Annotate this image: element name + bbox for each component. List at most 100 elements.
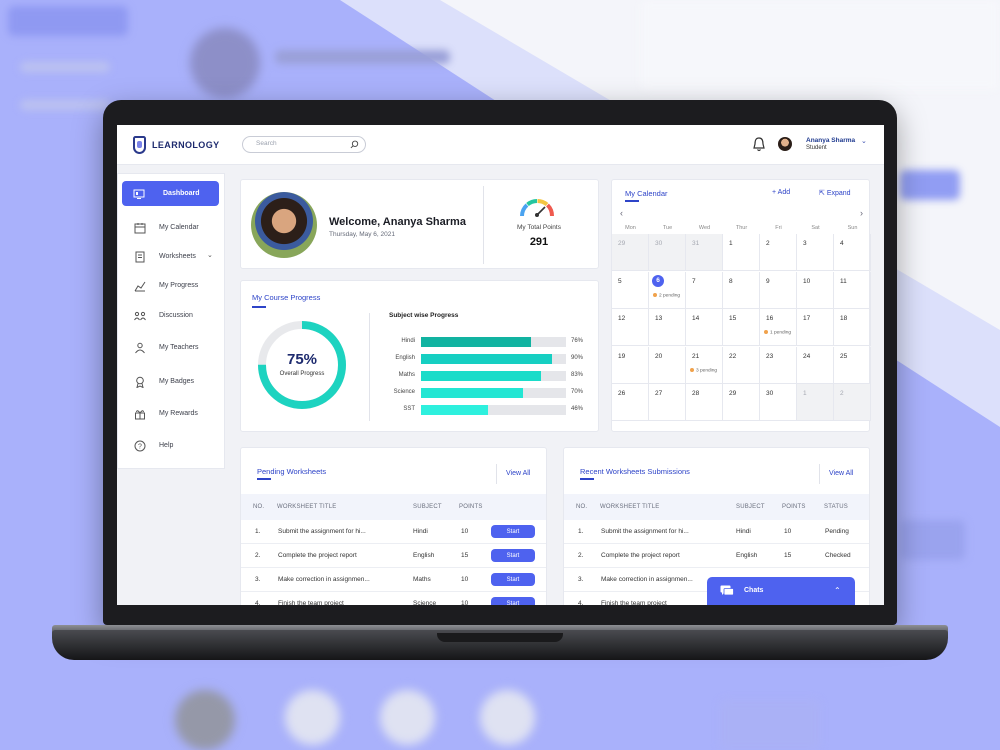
app-screen: LEARNOLOGY Search Ananya Sharma Student … [117, 125, 884, 605]
calendar-day[interactable]: 5 [612, 271, 649, 309]
chevron-right-icon[interactable]: › [860, 208, 863, 218]
calendar-day[interactable]: 25 [834, 346, 871, 384]
start-button[interactable]: Start [491, 549, 535, 562]
sidebar-item-calendar[interactable]: My Calendar [118, 218, 226, 238]
calendar-day[interactable]: 8 [723, 271, 760, 309]
chats-widget[interactable]: Chats ⌃ [707, 577, 855, 605]
view-all-link[interactable]: View All [829, 470, 853, 477]
calendar-day[interactable]: 1 [723, 234, 760, 271]
chat-icon [720, 585, 734, 596]
cell-title: Make correction in assignmen... [278, 576, 370, 583]
table-row[interactable]: 2. Complete the project report English 15 St… [241, 544, 546, 568]
start-button[interactable]: Start [491, 525, 535, 538]
sidebar-item-teachers[interactable]: My Teachers [118, 338, 226, 358]
cell-no: 3. [578, 576, 584, 583]
bar-track [421, 371, 566, 381]
pending-note-text: 1 pending [770, 330, 792, 336]
calendar-day[interactable]: 1 [797, 384, 834, 421]
calendar-icon [134, 223, 146, 234]
chevron-down-icon[interactable]: ⌄ [861, 137, 867, 145]
table-row[interactable]: 1. Submit the assignment for hi... Hindi 10… [241, 520, 546, 544]
avatar[interactable] [778, 137, 792, 151]
start-button[interactable]: Start [491, 597, 535, 605]
calendar-day[interactable]: 29 [723, 384, 760, 421]
calendar-day[interactable]: 27 [649, 384, 686, 421]
weekday-header: Mon [625, 225, 636, 231]
cell-subject: Hindi [413, 528, 428, 535]
day-number: 30 [766, 390, 774, 397]
subject-percent: 83% [571, 372, 584, 378]
calendar-day[interactable]: 14 [686, 309, 723, 346]
calendar-day[interactable]: 6 2 pending [649, 271, 686, 309]
calendar-day[interactable]: 11 [834, 271, 871, 309]
calendar-day[interactable]: 4 [834, 234, 871, 271]
chevron-up-icon[interactable]: ⌃ [834, 586, 841, 595]
sidebar-item-dashboard[interactable]: Dashboard [122, 181, 219, 206]
calendar-day[interactable]: 21 3 pending [686, 346, 723, 384]
table-header: NO. WORKSHEET TITLE SUBJECT POINTS [241, 494, 546, 520]
calendar-day[interactable]: 3 [797, 234, 834, 271]
search-icon[interactable] [350, 140, 359, 149]
start-button[interactable]: Start [491, 573, 535, 586]
pending-note-text: 2 pending [659, 292, 681, 298]
table-row[interactable]: 4. Finish the team project Science 10 Start [241, 592, 546, 605]
calendar-day[interactable]: 2 [760, 234, 797, 271]
chevron-down-icon[interactable]: ⌄ [207, 251, 213, 259]
table-row[interactable]: 1. Submit the assignment for hi... Hindi 10… [564, 520, 869, 544]
day-number: 29 [729, 390, 737, 397]
pending-title: Pending Worksheets [257, 467, 327, 476]
chevron-left-icon[interactable]: ‹ [620, 208, 623, 218]
calendar-day[interactable]: 24 [797, 346, 834, 384]
calendar-day[interactable]: 13 [649, 309, 686, 346]
weekday-header: Tue [662, 225, 673, 231]
table-row[interactable]: 2. Complete the project report English 15 Ch… [564, 544, 869, 568]
day-number: 11 [840, 277, 847, 285]
calendar-day[interactable]: 28 [686, 384, 723, 421]
calendar-day[interactable]: 19 [612, 346, 649, 384]
sidebar-item-rewards[interactable]: My Rewards [118, 404, 226, 424]
calendar-day[interactable]: 29 [612, 234, 649, 271]
day-number: 7 [692, 277, 696, 285]
bar-fill [421, 337, 532, 347]
expand-icon: ⇱ [819, 190, 825, 197]
day-number: 3 [803, 240, 807, 247]
day-number: 21 [692, 352, 700, 360]
calendar-day[interactable]: 15 [723, 309, 760, 346]
calendar-day[interactable]: 7 [686, 271, 723, 309]
calendar-day[interactable]: 10 [797, 271, 834, 309]
search-input[interactable]: Search [242, 136, 366, 153]
sidebar-item-progress[interactable]: My Progress [118, 276, 226, 296]
subject-bar-hindi: Hindi 76% [389, 336, 589, 348]
calendar-day[interactable]: 20 [649, 346, 686, 384]
calendar-day[interactable]: 9 [760, 271, 797, 309]
user-name[interactable]: Ananya Sharma [806, 137, 855, 144]
recent-title: Recent Worksheets Submissions [580, 467, 690, 476]
calendar-day[interactable]: 17 [797, 309, 834, 346]
calendar-day[interactable]: 2 [834, 384, 871, 421]
calendar-day[interactable]: 31 [686, 234, 723, 271]
overall-progress-value: 75% [286, 351, 318, 368]
sidebar-item-help[interactable]: ? Help [118, 436, 226, 456]
logo[interactable]: LEARNOLOGY [133, 136, 220, 154]
sidebar-item-badges[interactable]: My Badges [118, 372, 226, 392]
calendar-day[interactable]: 26 [612, 384, 649, 421]
calendar-day[interactable]: 12 [612, 309, 649, 346]
add-event-button[interactable]: + Add [772, 189, 790, 196]
calendar-day[interactable]: 16 1 pending [760, 309, 797, 346]
calendar-title: My Calendar [625, 189, 668, 198]
calendar-day[interactable]: 30 [649, 234, 686, 271]
expand-button[interactable]: ⇱ Expand [819, 189, 851, 197]
calendar-day[interactable]: 30 [760, 384, 797, 421]
cell-title: Complete the project report [278, 552, 357, 559]
calendar-day[interactable]: 23 [760, 346, 797, 384]
bar-fill [421, 388, 523, 398]
sidebar-item-worksheets[interactable]: Worksheets ⌄ [118, 247, 226, 267]
day-number: 1 [803, 390, 807, 397]
title-underline [625, 200, 639, 202]
sidebar-item-discussion[interactable]: Discussion [118, 306, 226, 326]
table-row[interactable]: 3. Make correction in assignmen... Maths 10… [241, 568, 546, 592]
calendar-day[interactable]: 18 [834, 309, 871, 346]
calendar-day[interactable]: 22 [723, 346, 760, 384]
bell-icon[interactable] [751, 136, 767, 153]
view-all-link[interactable]: View All [506, 470, 530, 477]
